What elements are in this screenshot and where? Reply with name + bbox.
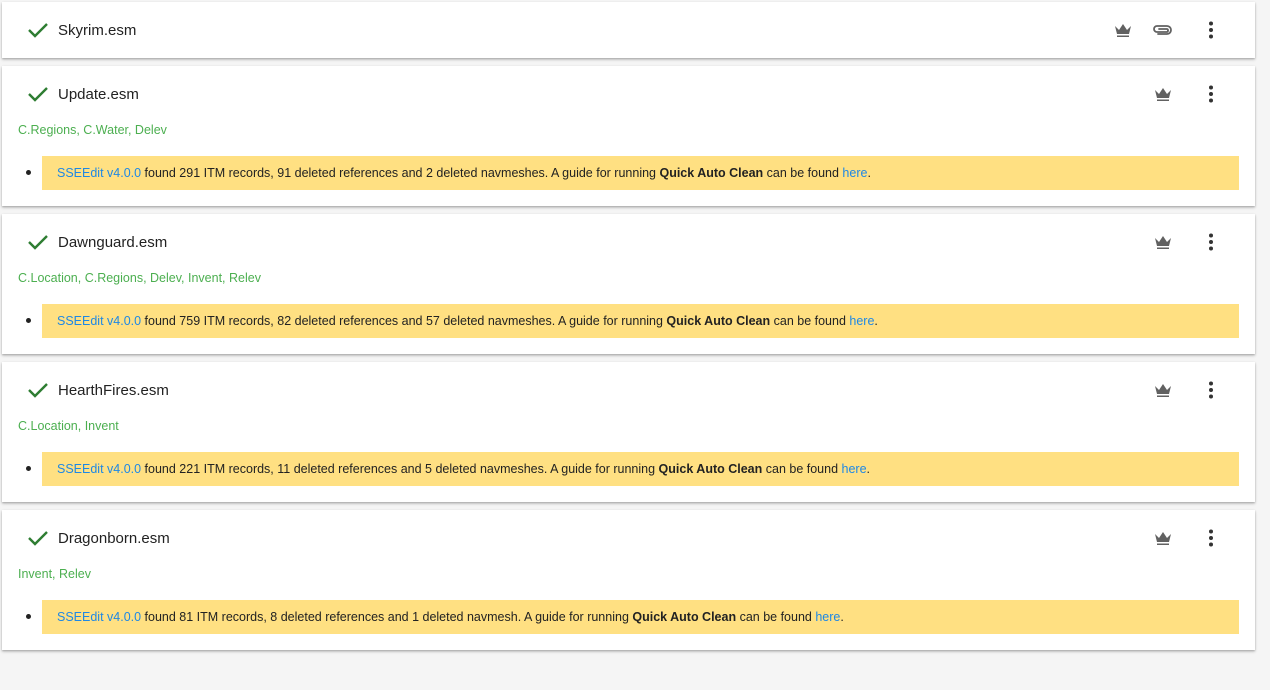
message-text: found 81 ITM records, 8 deleted referenc… [141, 610, 633, 624]
more-vert-icon[interactable] [1197, 376, 1225, 404]
plugin-card-header: Skyrim.esm [2, 2, 1255, 58]
plugin-card-dawnguard[interactable]: Dawnguard.esm C.Location, C.Regions, Del… [2, 214, 1255, 354]
message-text-2: can be found [763, 166, 843, 180]
crown-icon[interactable] [1149, 524, 1177, 552]
more-vert-icon[interactable] [1197, 228, 1225, 256]
guide-link[interactable]: here [815, 610, 840, 624]
check-icon [28, 23, 48, 38]
sseedit-link[interactable]: SSEEdit v4.0.0 [57, 314, 141, 328]
message-end: . [866, 462, 871, 476]
check-icon [28, 235, 48, 250]
bash-tags: C.Location, Invent [18, 419, 119, 433]
bullet [26, 614, 31, 619]
plugin-card-header: Update.esm [2, 66, 1255, 122]
message-list: SSEEdit v4.0.0 found 221 ITM records, 11… [26, 452, 1239, 486]
plugin-card-dragonborn[interactable]: Dragonborn.esm Invent, Relev SSEEdit v4.… [2, 510, 1255, 650]
warning-message: SSEEdit v4.0.0 found 291 ITM records, 91… [42, 156, 1239, 190]
paperclip-icon[interactable] [1149, 16, 1177, 44]
warning-message: SSEEdit v4.0.0 found 221 ITM records, 11… [42, 452, 1239, 486]
sseedit-link[interactable]: SSEEdit v4.0.0 [57, 610, 141, 624]
check-icon [28, 531, 48, 546]
bullet [26, 466, 31, 471]
bash-tags: C.Location, C.Regions, Delev, Invent, Re… [18, 271, 261, 285]
message-bold: Quick Auto Clean [666, 314, 771, 328]
message-end: . [840, 610, 844, 624]
message-list: SSEEdit v4.0.0 found 81 ITM records, 8 d… [26, 600, 1239, 634]
message-text: found 759 ITM records, 82 deleted refere… [141, 314, 667, 328]
message-text: found 291 ITM records, 91 deleted refere… [141, 166, 660, 180]
plugin-card-skyrim[interactable]: Skyrim.esm [2, 2, 1255, 58]
plugin-card-hearthfires[interactable]: HearthFires.esm C.Location, Invent SSEEd… [2, 362, 1255, 502]
plugin-card-header: HearthFires.esm [2, 362, 1255, 418]
message-list: SSEEdit v4.0.0 found 291 ITM records, 91… [26, 156, 1239, 190]
plugin-name: Update.esm [58, 86, 139, 103]
bullet [26, 170, 31, 175]
check-icon [28, 87, 48, 102]
warning-message: SSEEdit v4.0.0 found 81 ITM records, 8 d… [42, 600, 1239, 634]
plugin-card-header: Dragonborn.esm [2, 510, 1255, 566]
plugin-card-update[interactable]: Update.esm C.Regions, C.Water, Delev SSE… [2, 66, 1255, 206]
guide-link[interactable]: here [842, 166, 867, 180]
bash-tags: C.Regions, C.Water, Delev [18, 123, 167, 137]
message-text: found 221 ITM records, 11 deleted refere… [141, 462, 659, 476]
guide-link[interactable]: here [842, 462, 867, 476]
more-vert-icon[interactable] [1197, 524, 1225, 552]
plugin-name: HearthFires.esm [58, 382, 169, 399]
message-text-2: can be found [770, 314, 850, 328]
message-text-2: can be found [736, 610, 816, 624]
guide-link[interactable]: here [849, 314, 874, 328]
plugin-list: Skyrim.esm Update.esm C.Regions, C.Water… [2, 2, 1255, 658]
bash-tags: Invent, Relev [18, 567, 91, 581]
plugin-name: Dawnguard.esm [58, 234, 168, 251]
plugin-name: Dragonborn.esm [58, 530, 170, 547]
message-bold: Quick Auto Clean [658, 462, 763, 476]
crown-icon[interactable] [1109, 16, 1137, 44]
sseedit-link[interactable]: SSEEdit v4.0.0 [57, 462, 141, 476]
check-icon [28, 383, 48, 398]
crown-icon[interactable] [1149, 376, 1177, 404]
crown-icon[interactable] [1149, 228, 1177, 256]
more-vert-icon[interactable] [1197, 80, 1225, 108]
message-end: . [874, 314, 878, 328]
crown-icon[interactable] [1149, 80, 1177, 108]
more-vert-icon[interactable] [1197, 16, 1225, 44]
warning-message: SSEEdit v4.0.0 found 759 ITM records, 82… [42, 304, 1239, 338]
plugin-card-header: Dawnguard.esm [2, 214, 1255, 270]
bullet [26, 318, 31, 323]
sseedit-link[interactable]: SSEEdit v4.0.0 [57, 166, 141, 180]
message-bold: Quick Auto Clean [659, 166, 764, 180]
plugin-name: Skyrim.esm [58, 22, 137, 39]
message-text-2: can be found [762, 462, 842, 476]
message-bold: Quick Auto Clean [632, 610, 737, 624]
message-end: . [867, 166, 871, 180]
message-list: SSEEdit v4.0.0 found 759 ITM records, 82… [26, 304, 1239, 338]
